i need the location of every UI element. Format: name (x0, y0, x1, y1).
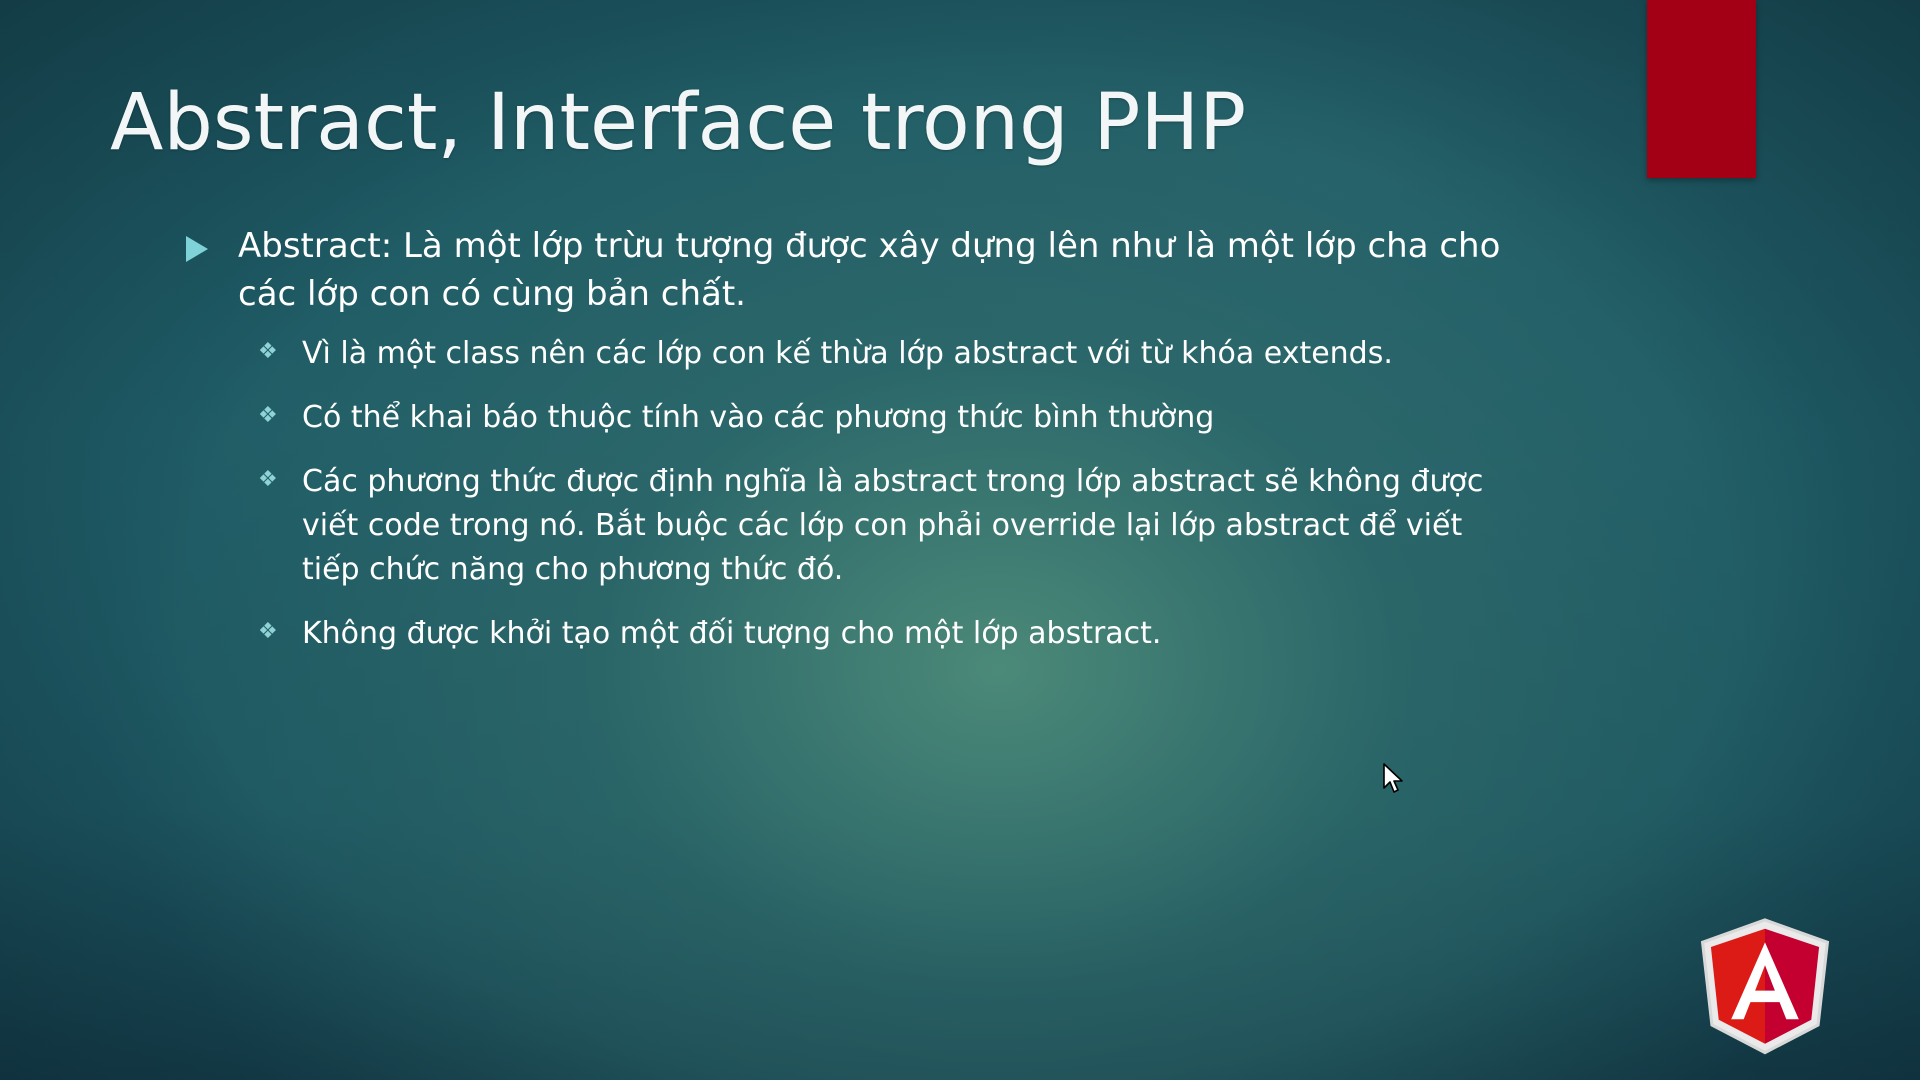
main-bullet-text: Abstract: Là một lớp trừu tượng được xây… (238, 226, 1501, 314)
sub-bullet-text: Có thể khai báo thuộc tính vào các phươn… (302, 400, 1215, 435)
diamond-bullet-icon: ❖ (258, 467, 278, 492)
diamond-bullet-icon: ❖ (258, 619, 278, 644)
diamond-bullet-icon: ❖ (258, 339, 278, 364)
mouse-pointer-icon (1382, 762, 1404, 798)
sub-bullet-text: Không được khởi tạo một đối tượng cho mộ… (302, 616, 1162, 651)
angular-logo-icon (1700, 917, 1830, 1059)
slide-title: Abstract, Interface trong PHP (110, 78, 1247, 168)
accent-bar (1647, 0, 1756, 178)
slide-content: Abstract: Là một lớp trừu tượng được xây… (180, 222, 1560, 676)
sub-bullet-text: Vì là một class nên các lớp con kế thừa … (302, 336, 1393, 371)
main-bullet: Abstract: Là một lớp trừu tượng được xây… (180, 222, 1560, 318)
sub-bullet-item: ❖ Không được khởi tạo một đối tượng cho … (258, 612, 1502, 656)
triangle-bullet-icon (186, 236, 208, 262)
sub-bullet-text: Các phương thức được định nghĩa là abstr… (302, 464, 1484, 587)
sub-bullet-item: ❖ Các phương thức được định nghĩa là abs… (258, 460, 1502, 592)
sub-bullet-item: ❖ Vì là một class nên các lớp con kế thừ… (258, 332, 1502, 376)
sub-bullet-list: ❖ Vì là một class nên các lớp con kế thừ… (180, 332, 1560, 656)
sub-bullet-item: ❖ Có thể khai báo thuộc tính vào các phư… (258, 396, 1502, 440)
diamond-bullet-icon: ❖ (258, 403, 278, 428)
